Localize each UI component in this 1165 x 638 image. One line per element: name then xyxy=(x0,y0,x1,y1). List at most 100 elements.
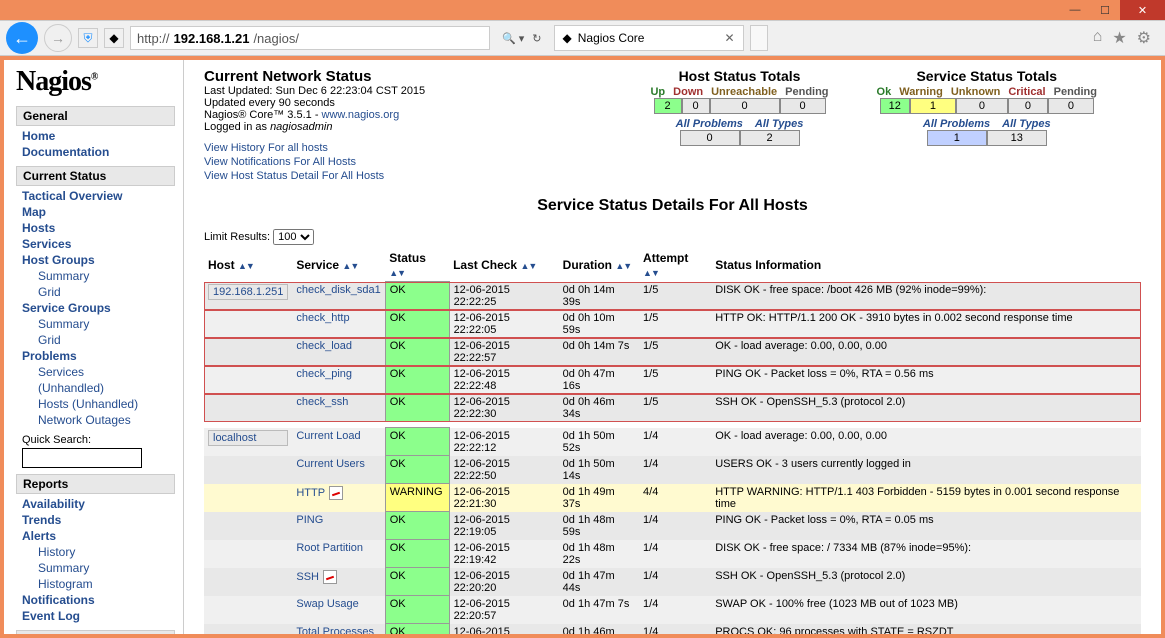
svc-col-warn[interactable]: Warning xyxy=(895,86,947,98)
host-col-up[interactable]: Up xyxy=(646,86,669,98)
nav-p-hosts[interactable]: Hosts (Unhandled) xyxy=(16,396,175,412)
nav-trends[interactable]: Trends xyxy=(16,512,175,528)
svc-col-crit[interactable]: Critical xyxy=(1004,86,1049,98)
nav-map[interactable]: Map xyxy=(16,204,175,220)
nav-p-outages[interactable]: Network Outages xyxy=(16,412,175,428)
nav-home[interactable]: Home xyxy=(16,128,175,144)
service-link[interactable]: PING xyxy=(296,514,323,526)
svc-sub-problems[interactable]: All Problems xyxy=(917,118,996,130)
host-col-pending[interactable]: Pending xyxy=(781,86,832,98)
favorites-icon[interactable]: ★ xyxy=(1112,28,1126,48)
nagios-org-link[interactable]: www.nagios.org xyxy=(322,109,400,121)
nav-availability[interactable]: Availability xyxy=(16,496,175,512)
address-bar[interactable]: http://192.168.1.21/nagios/ xyxy=(130,26,490,50)
host-col-down[interactable]: Down xyxy=(669,86,707,98)
nav-servicegroups[interactable]: Service Groups xyxy=(16,300,175,316)
svc-val-problems[interactable]: 1 xyxy=(927,130,987,146)
svc-col-unknown[interactable]: Unknown xyxy=(947,86,1005,98)
sort-icon[interactable]: ▲▼ xyxy=(615,261,631,271)
nav-back-button[interactable]: ← xyxy=(6,22,38,54)
nav-sg-summary[interactable]: Summary xyxy=(16,316,175,332)
nav-problems[interactable]: Problems xyxy=(16,348,175,364)
host-val-up[interactable]: 2 xyxy=(654,98,682,114)
col-duration[interactable]: Duration ▲▼ xyxy=(559,249,639,282)
nav-eventlog[interactable]: Event Log xyxy=(16,608,175,624)
host-val-types[interactable]: 2 xyxy=(740,130,800,146)
nav-notifications[interactable]: Notifications xyxy=(16,592,175,608)
service-link[interactable]: Root Partition xyxy=(296,542,363,554)
browser-tab[interactable]: ◆ Nagios Core ✕ xyxy=(554,25,744,51)
service-link[interactable]: Current Users xyxy=(296,458,364,470)
host-val-unreach[interactable]: 0 xyxy=(710,98,780,114)
limit-select[interactable]: 100 xyxy=(273,229,314,245)
link-view-host-detail[interactable]: View Host Status Detail For All Hosts xyxy=(204,169,425,183)
service-link[interactable]: Swap Usage xyxy=(296,598,358,610)
svc-sub-types[interactable]: All Types xyxy=(996,118,1057,130)
col-lastcheck[interactable]: Last Check ▲▼ xyxy=(449,249,559,282)
service-link[interactable]: check_ping xyxy=(296,368,352,380)
svc-val-unknown[interactable]: 0 xyxy=(956,98,1008,114)
sort-icon[interactable]: ▲▼ xyxy=(238,261,254,271)
limit-results-row: Limit Results: 100 xyxy=(204,229,1141,245)
nav-a-histogram[interactable]: Histogram xyxy=(16,576,175,592)
host-val-down[interactable]: 0 xyxy=(682,98,710,114)
svc-val-crit[interactable]: 0 xyxy=(1008,98,1048,114)
nav-forward-button[interactable]: → xyxy=(44,24,72,52)
host-val-pending[interactable]: 0 xyxy=(780,98,826,114)
nav-services[interactable]: Services xyxy=(16,236,175,252)
service-link[interactable]: check_load xyxy=(296,340,352,352)
col-status[interactable]: Status ▲▼ xyxy=(385,249,449,282)
nav-a-summary[interactable]: Summary xyxy=(16,560,175,576)
sort-icon[interactable]: ▲▼ xyxy=(342,261,358,271)
tab-close-icon[interactable]: ✕ xyxy=(724,31,734,45)
svc-col-ok[interactable]: Ok xyxy=(873,86,896,98)
host-sub-types[interactable]: All Types xyxy=(749,118,810,130)
svc-val-ok[interactable]: 12 xyxy=(880,98,910,114)
service-link[interactable]: check_disk_sda1 xyxy=(296,284,380,296)
svc-val-types[interactable]: 13 xyxy=(987,130,1047,146)
new-tab-button[interactable] xyxy=(750,25,768,51)
service-link[interactable]: check_ssh xyxy=(296,396,348,408)
quick-search-input[interactable] xyxy=(22,448,142,468)
refresh-icon[interactable]: ↻ xyxy=(532,32,541,45)
maximize-button[interactable]: ☐ xyxy=(1090,0,1120,20)
service-link[interactable]: Total Processes xyxy=(296,626,374,635)
nav-hostgroups[interactable]: Host Groups xyxy=(16,252,175,268)
svc-col-pending[interactable]: Pending xyxy=(1050,86,1101,98)
shield-icon[interactable]: ⛨ xyxy=(78,28,98,48)
nav-a-history[interactable]: History xyxy=(16,544,175,560)
nav-p-unhandled-1[interactable]: (Unhandled) xyxy=(16,380,175,396)
svc-val-warn[interactable]: 1 xyxy=(910,98,956,114)
link-view-history[interactable]: View History For all hosts xyxy=(204,141,425,155)
nav-alerts[interactable]: Alerts xyxy=(16,528,175,544)
host-link[interactable]: 192.168.1.251 xyxy=(208,284,288,300)
close-button[interactable]: ✕ xyxy=(1120,0,1165,20)
tools-icon[interactable]: ⚙ xyxy=(1137,28,1151,48)
search-icon[interactable]: 🔍 ▾ xyxy=(502,32,524,45)
host-link[interactable]: localhost xyxy=(208,430,288,446)
link-view-notifications[interactable]: View Notifications For All Hosts xyxy=(204,155,425,169)
nav-hg-grid[interactable]: Grid xyxy=(16,284,175,300)
nav-tactical[interactable]: Tactical Overview xyxy=(16,188,175,204)
service-link[interactable]: HTTP xyxy=(296,486,325,498)
service-link[interactable]: SSH xyxy=(296,570,319,582)
svc-val-pending[interactable]: 0 xyxy=(1048,98,1094,114)
minimize-button[interactable]: — xyxy=(1060,0,1090,20)
sort-icon[interactable]: ▲▼ xyxy=(389,268,405,278)
nav-p-services[interactable]: Services xyxy=(16,364,175,380)
host-sub-problems[interactable]: All Problems xyxy=(670,118,749,130)
host-col-unreach[interactable]: Unreachable xyxy=(707,86,781,98)
col-host[interactable]: Host ▲▼ xyxy=(204,249,292,282)
sort-icon[interactable]: ▲▼ xyxy=(643,268,659,278)
service-link[interactable]: Current Load xyxy=(296,430,360,442)
sort-icon[interactable]: ▲▼ xyxy=(520,261,536,271)
nav-hg-summary[interactable]: Summary xyxy=(16,268,175,284)
nav-documentation[interactable]: Documentation xyxy=(16,144,175,160)
col-attempt[interactable]: Attempt ▲▼ xyxy=(639,249,711,282)
home-icon[interactable]: ⌂ xyxy=(1093,28,1103,48)
host-val-problems[interactable]: 0 xyxy=(680,130,740,146)
nav-sg-grid[interactable]: Grid xyxy=(16,332,175,348)
nav-hosts[interactable]: Hosts xyxy=(16,220,175,236)
service-link[interactable]: check_http xyxy=(296,312,349,324)
col-service[interactable]: Service ▲▼ xyxy=(292,249,385,282)
